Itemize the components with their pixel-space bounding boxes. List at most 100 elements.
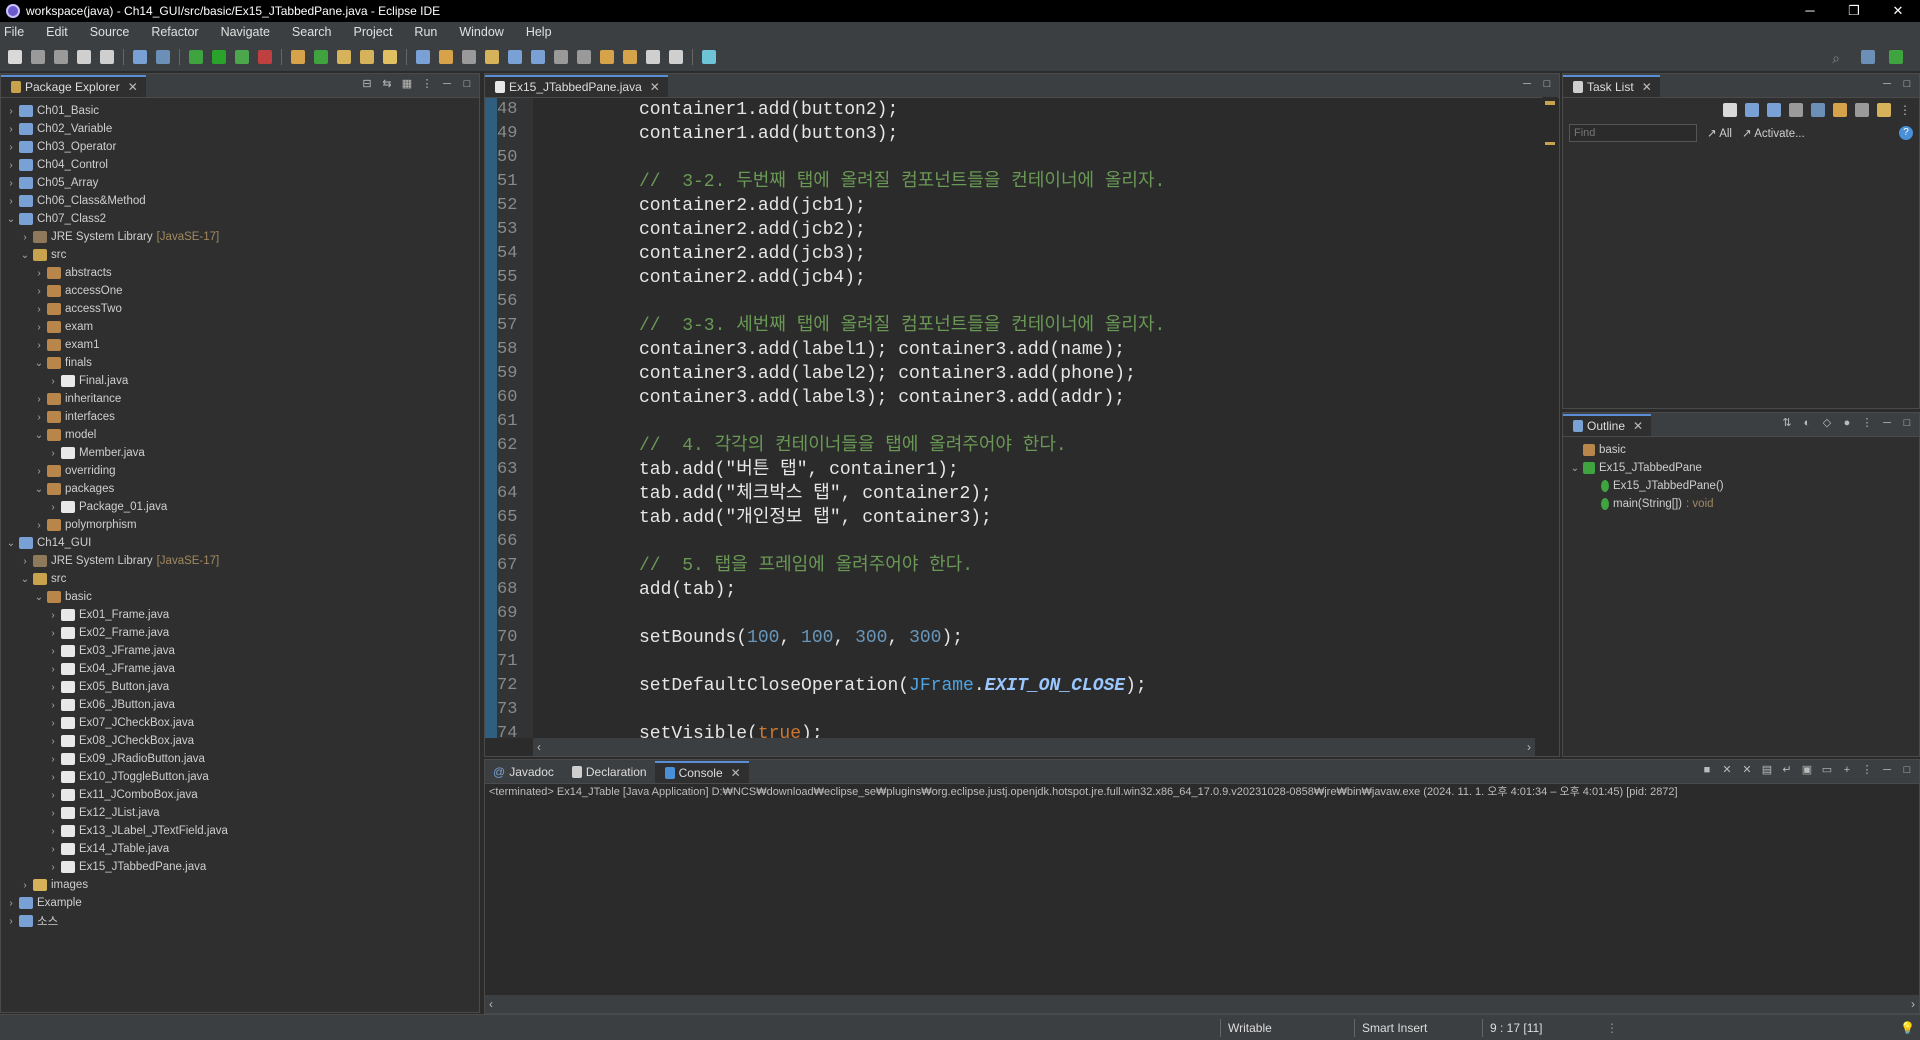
collapse-all-icon[interactable] [1855,103,1869,117]
block-selection-icon[interactable] [485,49,499,64]
menu-edit[interactable]: Edit [46,25,68,39]
tree-item[interactable]: › Ex01_Frame.java [5,606,479,624]
code-line[interactable]: 57 // 3-3. 세번째 탭에 올려질 컴포넌트들을 컨테이너에 올리자. [485,314,1535,338]
tree-item[interactable]: › exam1 [5,336,479,354]
code-line[interactable]: 66 [485,530,1535,554]
close-icon[interactable]: ✕ [650,80,660,94]
chevron-down-icon[interactable]: ⌄ [5,538,17,549]
forward-icon[interactable] [669,49,683,64]
scroll-right-icon[interactable]: › [1527,740,1531,754]
code-line[interactable]: 55 container2.add(jcb4); [485,266,1535,290]
chevron-right-icon[interactable]: › [5,898,17,909]
tab-task-list[interactable]: Task List ✕ [1563,75,1660,97]
menu-search[interactable]: Search [292,25,332,39]
tree-item[interactable]: › Ex05_Button.java [5,678,479,696]
scroll-right-icon[interactable]: › [1911,997,1915,1011]
toggle-mark-icon[interactable] [462,49,476,64]
chevron-right-icon[interactable]: › [19,232,31,243]
code-line[interactable]: 51 // 3-2. 두번째 탭에 올려질 컴포넌트들을 컨테이너에 올리자. [485,170,1535,194]
filter-all-link[interactable]: ↗ All [1707,126,1732,140]
forward-edit-icon[interactable] [623,49,637,64]
menu-run[interactable]: Run [414,25,437,39]
external-tools-icon[interactable] [258,49,272,64]
remove-launch-icon[interactable]: ✕ [1721,764,1733,776]
next-annotation-icon[interactable] [554,49,568,64]
chevron-right-icon[interactable]: › [33,412,45,423]
code-line[interactable]: 71 [485,650,1535,674]
horizontal-scrollbar[interactable]: ‹ › [533,738,1535,756]
tree-item[interactable]: › interfaces [5,408,479,426]
hide-fields-icon[interactable]: ◐ [1801,417,1813,429]
chevron-right-icon[interactable]: › [47,808,59,819]
new-java-project-icon[interactable] [291,49,305,64]
maximize-button[interactable]: ❐ [1832,0,1876,22]
search-toolbar-icon[interactable] [383,49,397,64]
console-output[interactable] [485,800,1903,995]
minimize-view-icon[interactable]: ─ [1881,78,1893,90]
chevron-right-icon[interactable]: › [5,178,17,189]
sort-icon[interactable]: ⇅ [1781,417,1793,429]
chevron-down-icon[interactable]: ⌄ [33,430,45,441]
maximize-view-icon[interactable]: □ [1901,78,1913,90]
annotation-marker[interactable] [1545,142,1555,145]
chevron-right-icon[interactable]: › [33,466,45,477]
chevron-right-icon[interactable]: › [19,556,31,567]
chevron-right-icon[interactable]: › [47,826,59,837]
filter-icon[interactable]: ▦ [401,78,413,90]
tree-item[interactable]: › Ex13_JLabel_JTextField.java [5,822,479,840]
tree-item[interactable]: › Ex07_JCheckBox.java [5,714,479,732]
activate-link[interactable]: ↗ Activate... [1742,126,1805,140]
chevron-right-icon[interactable]: › [47,502,59,513]
chevron-right-icon[interactable]: › [5,142,17,153]
java-perspective-icon[interactable] [1889,50,1903,64]
tab-ex15-jtabbedpane[interactable]: Ex15_JTabbedPane.java ✕ [485,75,668,97]
close-icon[interactable]: ✕ [731,766,741,780]
menu-project[interactable]: Project [354,25,393,39]
link-icon[interactable] [1877,103,1891,117]
tree-item[interactable]: › Ex04_JFrame.java [5,660,479,678]
status-menu-icon[interactable]: ⋮ [1606,1021,1618,1035]
tree-item[interactable]: › overriding [5,462,479,480]
minimize-view-icon[interactable]: ─ [441,78,453,90]
chevron-right-icon[interactable]: › [5,124,17,135]
code-line[interactable]: 52 container2.add(jcb1); [485,194,1535,218]
chevron-right-icon[interactable]: › [5,160,17,171]
tree-item[interactable]: › Ex10_JToggleButton.java [5,768,479,786]
maximize-view-icon[interactable]: □ [461,78,473,90]
maximize-view-icon[interactable]: □ [1901,417,1913,429]
tree-item[interactable]: › JRE System Library [JavaSE-17] [5,228,479,246]
open-perspective-icon[interactable] [1861,50,1875,64]
show-whitespace-icon[interactable] [531,49,545,64]
chevron-right-icon[interactable]: › [47,682,59,693]
prev-annotation-icon[interactable] [577,49,591,64]
chevron-right-icon[interactable]: › [33,322,45,333]
tree-item[interactable]: › Final.java [5,372,479,390]
code-line[interactable]: 73 [485,698,1535,722]
menu-file[interactable]: File [4,25,24,39]
chevron-right-icon[interactable]: › [47,646,59,657]
tree-item[interactable]: › Ex15_JTabbedPane.java [5,858,479,876]
tree-item[interactable]: ⌄ packages [5,480,479,498]
menu-window[interactable]: Window [459,25,503,39]
redo-icon[interactable] [100,49,114,64]
tree-item[interactable]: ⌄ src [5,570,479,588]
scheduled-icon[interactable] [1767,103,1781,117]
chevron-right-icon[interactable]: › [47,700,59,711]
annotation-icon[interactable] [416,49,430,64]
code-line[interactable]: 61 [485,410,1535,434]
skip-breakpoints-icon[interactable] [156,49,170,64]
code-line[interactable]: 68 add(tab); [485,578,1535,602]
tree-item[interactable]: ⌄ Ch14_GUI [5,534,479,552]
last-edit-icon[interactable] [600,49,614,64]
tree-item[interactable]: › Ex03_JFrame.java [5,642,479,660]
save-icon[interactable] [31,49,45,64]
view-menu-icon[interactable]: ⋮ [1899,103,1911,117]
chevron-down-icon[interactable]: ⌄ [19,250,31,261]
menu-help[interactable]: Help [526,25,552,39]
tree-item[interactable]: › polymorphism [5,516,479,534]
word-wrap-icon[interactable] [508,49,522,64]
tree-item[interactable]: › Ex14_JTable.java [5,840,479,858]
tip-icon[interactable]: 💡 [1900,1021,1915,1035]
scroll-left-icon[interactable]: ‹ [489,997,493,1011]
chevron-right-icon[interactable]: › [47,448,59,459]
